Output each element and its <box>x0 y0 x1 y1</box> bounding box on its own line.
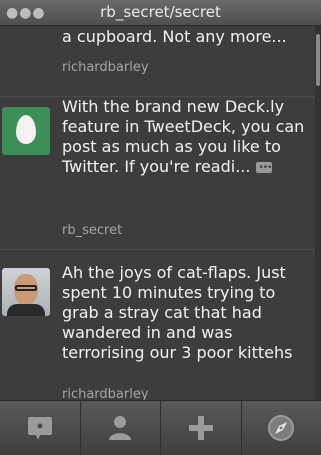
tweet-username[interactable]: richardbarley <box>62 387 149 400</box>
tweet-username[interactable]: richardbarley <box>62 60 149 75</box>
tweet-text: Ah the joys of cat-flaps. Just spent 10 … <box>62 263 293 362</box>
compose-message-icon <box>27 417 52 440</box>
tweet-text: With the brand new Deck.ly feature in Tw… <box>62 97 312 178</box>
scrollbar[interactable] <box>315 26 321 400</box>
avatar[interactable] <box>2 268 50 316</box>
tab-profile[interactable] <box>81 401 161 455</box>
profile-icon <box>109 416 132 440</box>
tab-add-column[interactable] <box>161 401 242 455</box>
bottom-toolbar <box>0 400 321 455</box>
tweet-text: a cupboard. Not any more... <box>62 27 287 46</box>
tweet-username[interactable]: rb_secret <box>62 223 122 238</box>
avatar-shirt <box>7 304 45 316</box>
tab-compose[interactable] <box>0 401 81 455</box>
avatar[interactable] <box>2 107 50 155</box>
tweet-item[interactable]: With the brand new Deck.ly feature in Tw… <box>0 97 315 250</box>
title-bar: ●●● rb_secret/secret <box>0 0 321 26</box>
scrollbar-thumb[interactable] <box>316 34 320 86</box>
tweet-feed[interactable]: a cupboard. Not any more... richardbarle… <box>0 26 321 400</box>
tweet-item[interactable]: Ah the joys of cat-flaps. Just spent 10 … <box>0 250 315 400</box>
column-title: rb_secret/secret <box>100 3 221 21</box>
tweet-item[interactable]: a cupboard. Not any more... richardbarle… <box>0 26 315 97</box>
egg-icon <box>16 115 36 144</box>
add-column-icon <box>188 416 213 440</box>
avatar-glasses <box>15 285 37 291</box>
conversation-icon[interactable] <box>256 158 273 178</box>
compass-icon <box>268 415 295 441</box>
tab-explore[interactable] <box>242 401 321 455</box>
